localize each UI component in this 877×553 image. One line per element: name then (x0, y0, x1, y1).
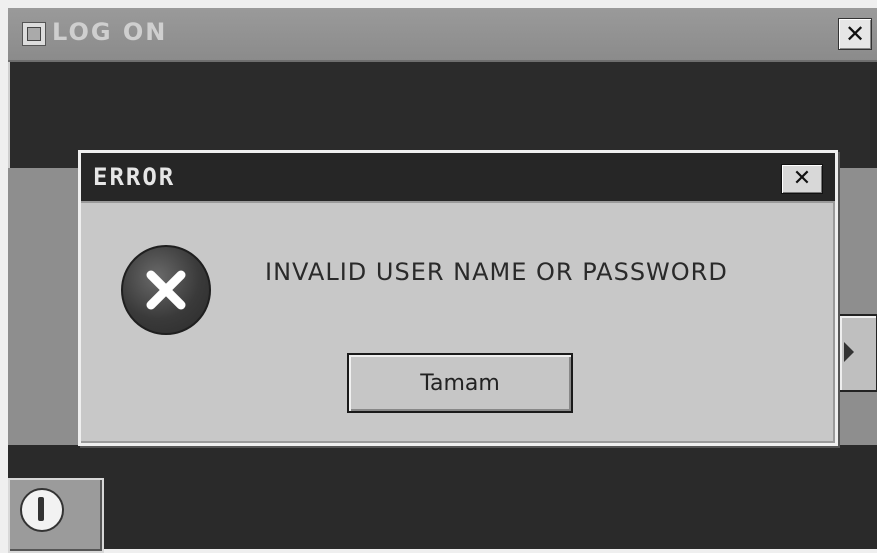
power-icon (20, 488, 64, 532)
logon-titlebar[interactable]: LOG ON ✕ (8, 8, 877, 62)
error-close-button[interactable]: ✕ (781, 164, 823, 194)
app-icon (22, 22, 46, 46)
error-titlebar[interactable]: ERROR ✕ (81, 153, 835, 203)
logon-bottom-bar (8, 445, 877, 549)
error-dialog-title: ERROR (93, 163, 176, 191)
ok-button[interactable]: Tamam (347, 353, 573, 413)
power-button[interactable] (8, 478, 104, 553)
arrow-right-icon[interactable] (838, 314, 877, 392)
error-dialog: ERROR ✕ INVALID USER NAME OR PASSWORD Ta… (78, 150, 838, 446)
error-body: INVALID USER NAME OR PASSWORD Tamam (81, 203, 835, 443)
logon-close-button[interactable]: ✕ (838, 18, 872, 50)
logon-window-title: LOG ON (52, 18, 168, 46)
error-x-icon (121, 245, 211, 335)
error-message: INVALID USER NAME OR PASSWORD (265, 258, 728, 286)
